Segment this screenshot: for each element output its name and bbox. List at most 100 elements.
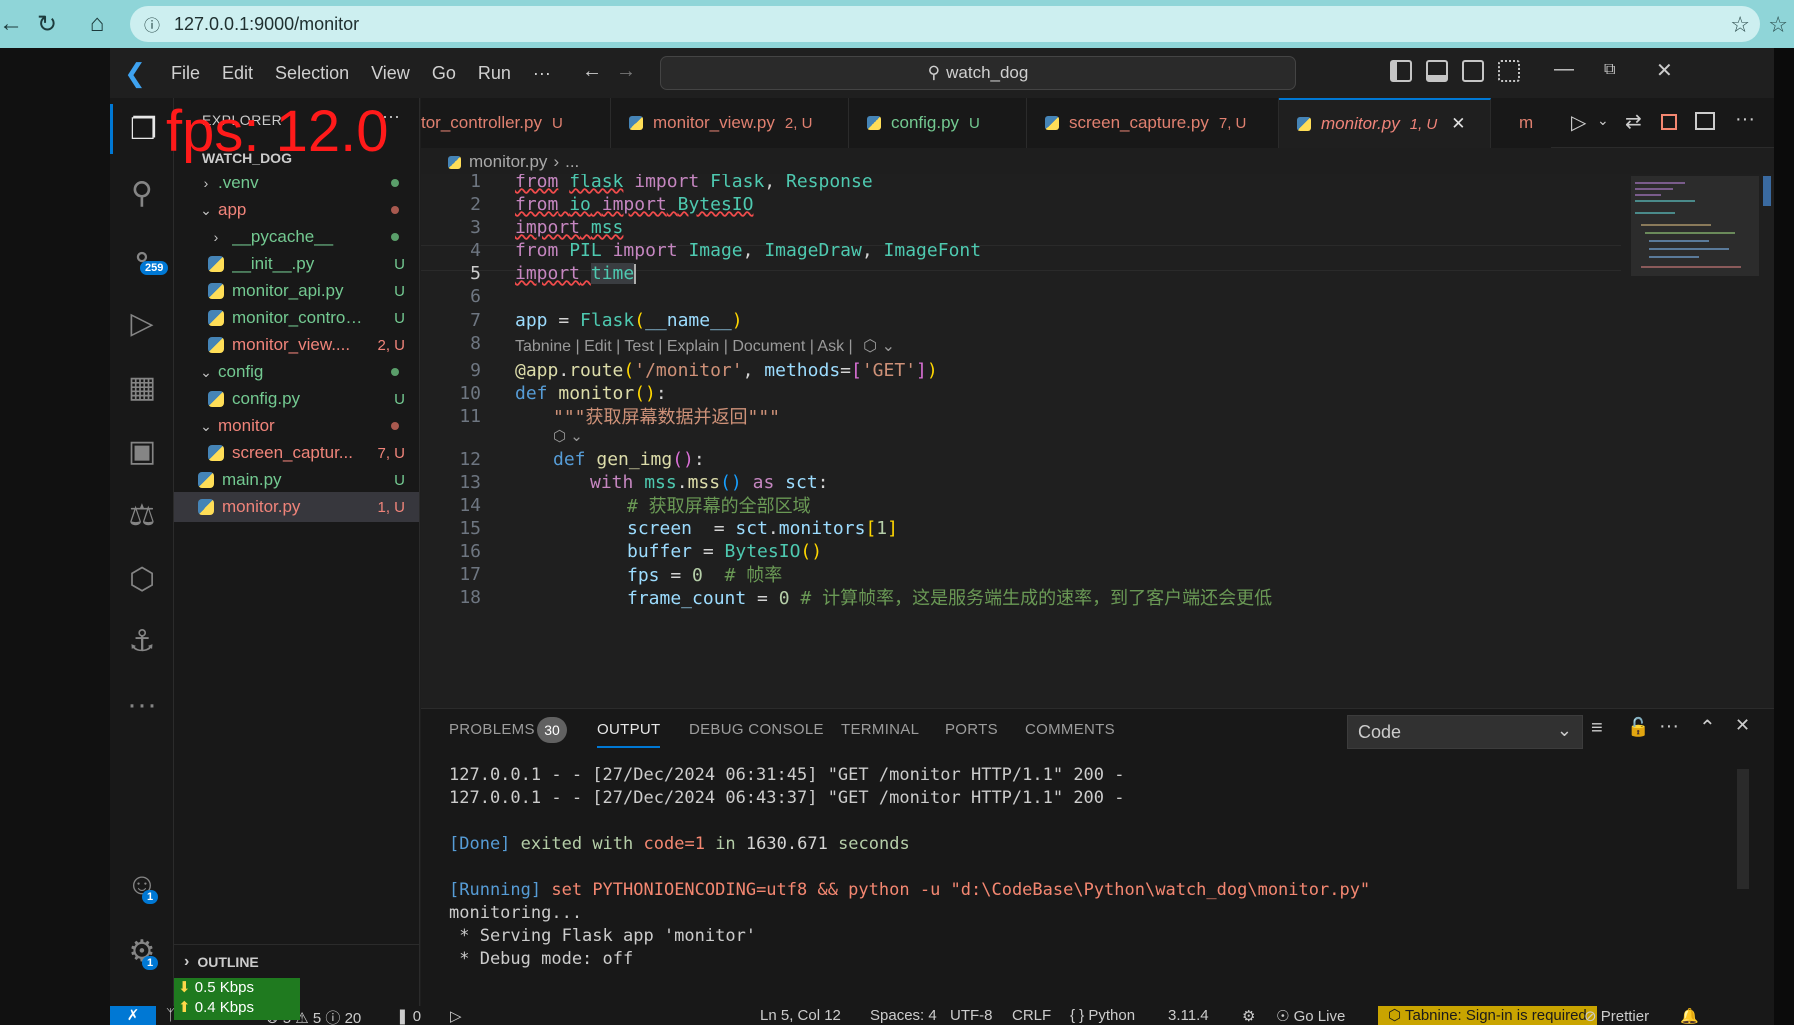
info-icon[interactable]: ⓘ xyxy=(144,12,160,36)
tab-ports[interactable]: PORTS xyxy=(945,721,998,738)
tree-item-monitor-py[interactable]: monitor.py 1, U xyxy=(174,492,419,522)
tab-config[interactable]: config.py U xyxy=(849,98,1027,148)
menu-go[interactable]: Go xyxy=(421,63,467,84)
tree-item-pycache[interactable]: › __pycache__ xyxy=(174,222,419,252)
output-channel-select[interactable]: Code ⌄ xyxy=(1347,715,1583,749)
ports-indicator[interactable]: ❚ 0 xyxy=(396,1007,421,1025)
tab-monitor-view[interactable]: monitor_view.py 2, U xyxy=(611,98,849,148)
run-dropdown-icon[interactable]: ⌄ xyxy=(1597,112,1609,129)
favorites-icon[interactable]: ☆ xyxy=(1768,12,1788,38)
arrow-left-icon[interactable]: ← xyxy=(0,7,28,41)
outline-section[interactable]: › OUTLINE xyxy=(174,944,419,978)
close-window-icon[interactable]: ✕ xyxy=(1656,58,1673,83)
toggle-secondary-sidebar-icon[interactable] xyxy=(1462,60,1484,82)
tab-terminal[interactable]: TERMINAL xyxy=(841,721,919,738)
home-icon[interactable]: ⌂ xyxy=(80,7,114,41)
reload-icon[interactable]: ↻ xyxy=(30,7,64,41)
address-bar[interactable]: ⓘ 127.0.0.1:9000/monitor xyxy=(130,6,1760,42)
tab-monitor-py[interactable]: monitor.py 1, U ✕ xyxy=(1279,98,1491,148)
tabnine-icon[interactable]: ⬡ xyxy=(110,554,174,604)
toggle-panel-icon[interactable] xyxy=(1426,60,1448,82)
more-views-icon[interactable]: ··· xyxy=(110,680,174,730)
tree-item-config-py[interactable]: config.py U xyxy=(174,384,419,414)
accounts-icon[interactable]: ☺ 1 xyxy=(110,860,174,910)
panel-scrollbar[interactable] xyxy=(1737,769,1749,889)
toggle-sidebar-icon[interactable] xyxy=(1390,60,1412,82)
nav-forward-icon[interactable]: → xyxy=(616,60,636,83)
close-tab-icon[interactable]: ✕ xyxy=(1451,114,1465,134)
python-version[interactable]: 3.11.4 xyxy=(1168,1007,1209,1024)
menu-run[interactable]: Run xyxy=(467,63,522,84)
more-actions-icon[interactable]: ··· xyxy=(1735,108,1755,131)
copilot-icon[interactable]: ⚙ xyxy=(1242,1007,1255,1025)
stop-icon[interactable] xyxy=(1661,114,1677,130)
testing-icon[interactable]: ⚖ xyxy=(110,490,174,540)
compare-changes-icon[interactable]: ⇄ xyxy=(1625,109,1642,134)
star-icon[interactable]: ☆ xyxy=(1730,12,1750,38)
menu-edit[interactable]: Edit xyxy=(211,63,264,84)
cursor-position[interactable]: Ln 5, Col 12 xyxy=(760,1007,841,1024)
go-live-button[interactable]: ☉ Go Live xyxy=(1276,1007,1345,1025)
tree-item-monitor-api[interactable]: monitor_api.py U xyxy=(174,276,419,306)
breadcrumb-file[interactable]: monitor.py xyxy=(469,152,547,172)
maximize-panel-icon[interactable]: ⌃ xyxy=(1699,715,1716,740)
indentation[interactable]: Spaces: 4 xyxy=(870,1007,937,1024)
run-debug-icon[interactable]: ▷ xyxy=(110,298,174,348)
tabnine-inline-icon[interactable]: ⬡ ⌄ xyxy=(553,427,583,445)
chevron-down-icon[interactable]: ⌄ xyxy=(882,338,895,355)
tree-item-venv[interactable]: › .venv xyxy=(174,168,419,198)
tab-output[interactable]: OUTPUT xyxy=(597,721,661,748)
menu-file[interactable]: File xyxy=(160,63,211,84)
tree-item-main[interactable]: main.py U xyxy=(174,465,419,495)
run-file-icon[interactable]: ▷ xyxy=(1571,110,1586,135)
output-log[interactable]: 127.0.0.1 - - [27/Dec/2024 06:31:45] "GE… xyxy=(421,759,1731,1007)
tree-item-monitor-folder[interactable]: ⌄ monitor xyxy=(174,411,419,441)
notifications-bell-icon[interactable]: 🔔 xyxy=(1680,1007,1699,1025)
tree-item-monitor-view[interactable]: monitor_view.... 2, U xyxy=(174,330,419,360)
nav-back-icon[interactable]: ← xyxy=(582,60,602,83)
tree-item-init[interactable]: __init__.py U xyxy=(174,249,419,279)
language-mode[interactable]: { } Python xyxy=(1070,1007,1135,1024)
tree-item-screen-capture[interactable]: screen_captur... 7, U xyxy=(174,438,419,468)
clear-output-icon[interactable]: ≡ xyxy=(1591,717,1603,740)
encoding[interactable]: UTF-8 xyxy=(950,1007,993,1024)
command-center-search[interactable]: ⚲ watch_dog xyxy=(660,56,1296,90)
menu-view[interactable]: View xyxy=(360,63,421,84)
lock-scroll-icon[interactable]: 🔓 xyxy=(1627,717,1649,738)
explorer-icon[interactable]: ❐ xyxy=(110,104,174,154)
line-ending[interactable]: CRLF xyxy=(1012,1007,1051,1024)
prettier-status[interactable]: ⊘ Prettier xyxy=(1584,1007,1649,1025)
tab-problems[interactable]: PROBLEMS xyxy=(449,721,535,738)
breadcrumb-symbol[interactable]: ... xyxy=(565,152,579,172)
tree-item-monitor-controller[interactable]: monitor_controll... U xyxy=(174,303,419,333)
minimize-icon[interactable]: — xyxy=(1554,58,1574,81)
source-control-icon[interactable]: ⚬ 259 xyxy=(110,233,174,283)
tabnine-codelens[interactable]: Tabnine | Edit | Test | Explain | Docume… xyxy=(515,336,895,356)
tab-overflow[interactable]: m xyxy=(1491,98,1551,148)
chevron-down-icon: ⌄ xyxy=(200,201,212,218)
restore-icon[interactable]: ⧉ xyxy=(1604,61,1615,79)
tree-item-config-folder[interactable]: ⌄ config xyxy=(174,357,419,387)
code-editor[interactable]: 1 from flask import Flask, Response 2 fr… xyxy=(421,174,1774,708)
tabnine-icon[interactable]: ⬡ xyxy=(863,338,877,355)
split-editor-icon[interactable] xyxy=(1695,112,1715,130)
tree-item-app[interactable]: ⌄ app xyxy=(174,195,419,225)
tab-comments[interactable]: COMMENTS xyxy=(1025,721,1115,738)
remote-explorer-icon[interactable]: ▣ xyxy=(110,426,174,476)
tab-monitor-controller[interactable]: tor_controller.py U xyxy=(421,98,611,148)
minimap[interactable] xyxy=(1631,176,1759,276)
remote-indicator-icon[interactable]: ✗ xyxy=(110,1006,156,1025)
tab-screen-capture[interactable]: screen_capture.py 7, U xyxy=(1027,98,1279,148)
tab-debug-console[interactable]: DEBUG CONSOLE xyxy=(689,721,824,738)
close-panel-icon[interactable]: ✕ xyxy=(1735,715,1750,736)
tabnine-status[interactable]: ⬡ Tabnine: Sign-in is required xyxy=(1378,1006,1597,1025)
menu-more[interactable]: ··· xyxy=(522,63,562,84)
menu-selection[interactable]: Selection xyxy=(264,63,360,84)
more-actions-icon[interactable]: ··· xyxy=(1659,715,1679,738)
docker-icon[interactable]: ⚓ xyxy=(110,616,174,666)
search-activity-icon[interactable]: ⚲ xyxy=(110,168,174,218)
settings-gear-icon[interactable]: ⚙ 1 xyxy=(110,926,174,976)
debug-launch-icon[interactable]: ▷ xyxy=(450,1007,462,1025)
extensions-icon[interactable]: ▦ xyxy=(110,362,174,412)
customize-layout-icon[interactable] xyxy=(1498,60,1520,82)
